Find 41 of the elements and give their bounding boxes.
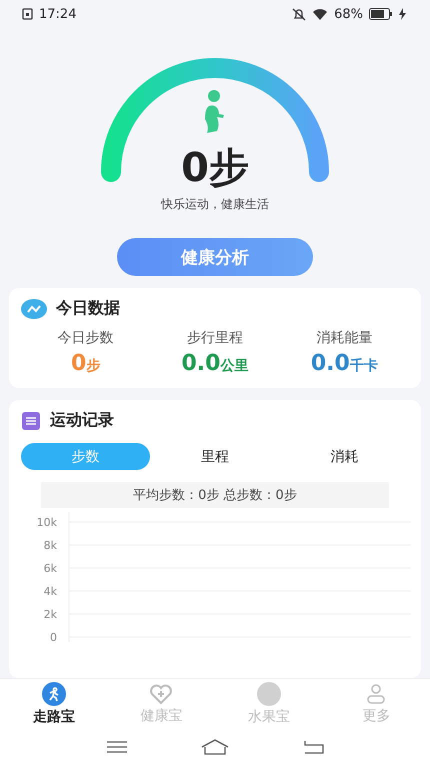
circle-icon — [256, 682, 281, 706]
stat-label: 今日步数 — [58, 329, 114, 347]
runner-icon — [42, 682, 66, 706]
axis-label: 6k — [44, 562, 57, 575]
nav-tab[interactable]: 水果宝 — [215, 679, 322, 729]
wifi-icon — [312, 8, 328, 20]
stat-value: 0.0公里 — [182, 351, 248, 376]
stat-label: 步行里程 — [186, 329, 243, 347]
menu-icon[interactable] — [106, 740, 128, 754]
heart-plus-icon — [149, 683, 174, 705]
user-icon — [365, 683, 388, 705]
step-count: 0步 — [180, 144, 250, 193]
battery-icon — [369, 8, 393, 20]
bell-off-icon — [292, 8, 306, 20]
axis-label: 0 — [50, 631, 57, 644]
record-tab[interactable]: 步数 — [21, 443, 150, 470]
charging-icon — [399, 8, 406, 20]
stat-label: 消耗能量 — [316, 329, 372, 347]
clipboard-icon — [21, 410, 41, 430]
health-analysis-button[interactable]: 健康分析 — [117, 238, 313, 276]
back-icon[interactable] — [302, 740, 324, 754]
axis-label: 2k — [44, 608, 57, 621]
axis-label: 4k — [44, 585, 57, 598]
axis-label: 10k — [36, 516, 57, 529]
section-title: 今日数据 — [56, 298, 120, 319]
slogan: 快乐运动，健康生活 — [160, 196, 270, 213]
nav-tab[interactable]: 更多 — [322, 679, 430, 729]
axis-label: 8k — [44, 539, 57, 552]
stat-value: 0.0千卡 — [310, 351, 378, 376]
home-icon[interactable] — [200, 739, 229, 755]
nav-tab[interactable]: 走路宝 — [0, 679, 108, 729]
trend-icon — [21, 298, 47, 318]
status-time: 17:24 — [39, 6, 76, 22]
record-tab[interactable]: 里程 — [150, 443, 280, 470]
sim-icon — [22, 8, 33, 20]
section-title: 运动记录 — [50, 410, 114, 431]
stat-value: 0步 — [71, 351, 100, 376]
nav-tab[interactable]: 健康宝 — [108, 679, 215, 729]
battery-percent: 68% — [334, 6, 363, 22]
step-summary: 平均步数：0步 总步数：0步 — [41, 482, 389, 508]
record-tab[interactable]: 消耗 — [280, 443, 409, 470]
